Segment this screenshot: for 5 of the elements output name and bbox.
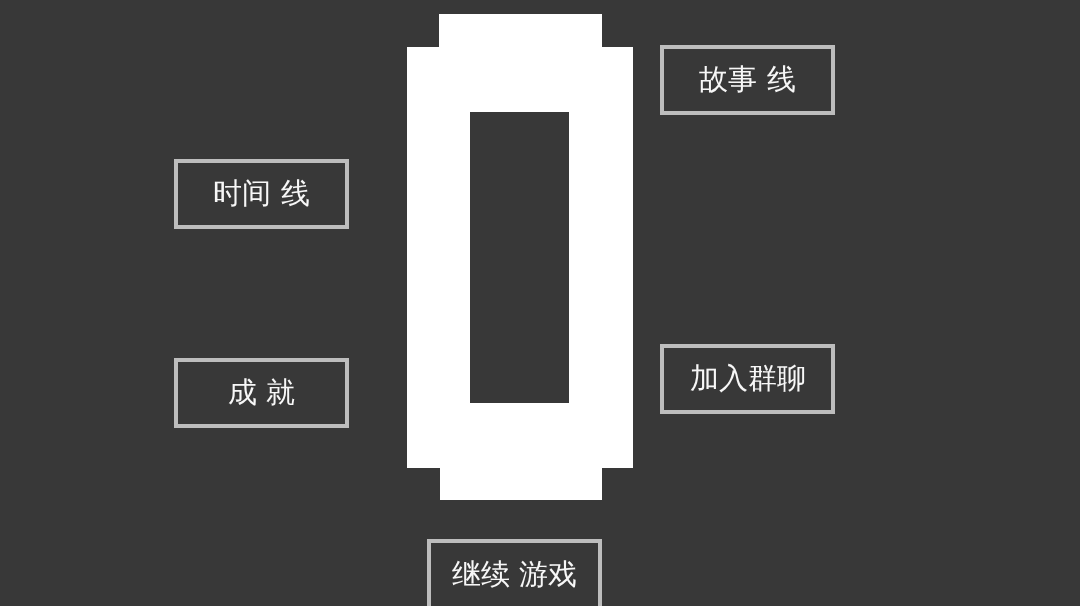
menu-button[interactable]: 继续 游戏: [427, 539, 602, 606]
menu-button[interactable]: 故事 线: [660, 45, 835, 115]
menu-button[interactable]: 时间 线: [174, 159, 349, 229]
menu-button[interactable]: 加入群聊: [660, 344, 835, 414]
menu-button[interactable]: 成 就: [174, 358, 349, 428]
